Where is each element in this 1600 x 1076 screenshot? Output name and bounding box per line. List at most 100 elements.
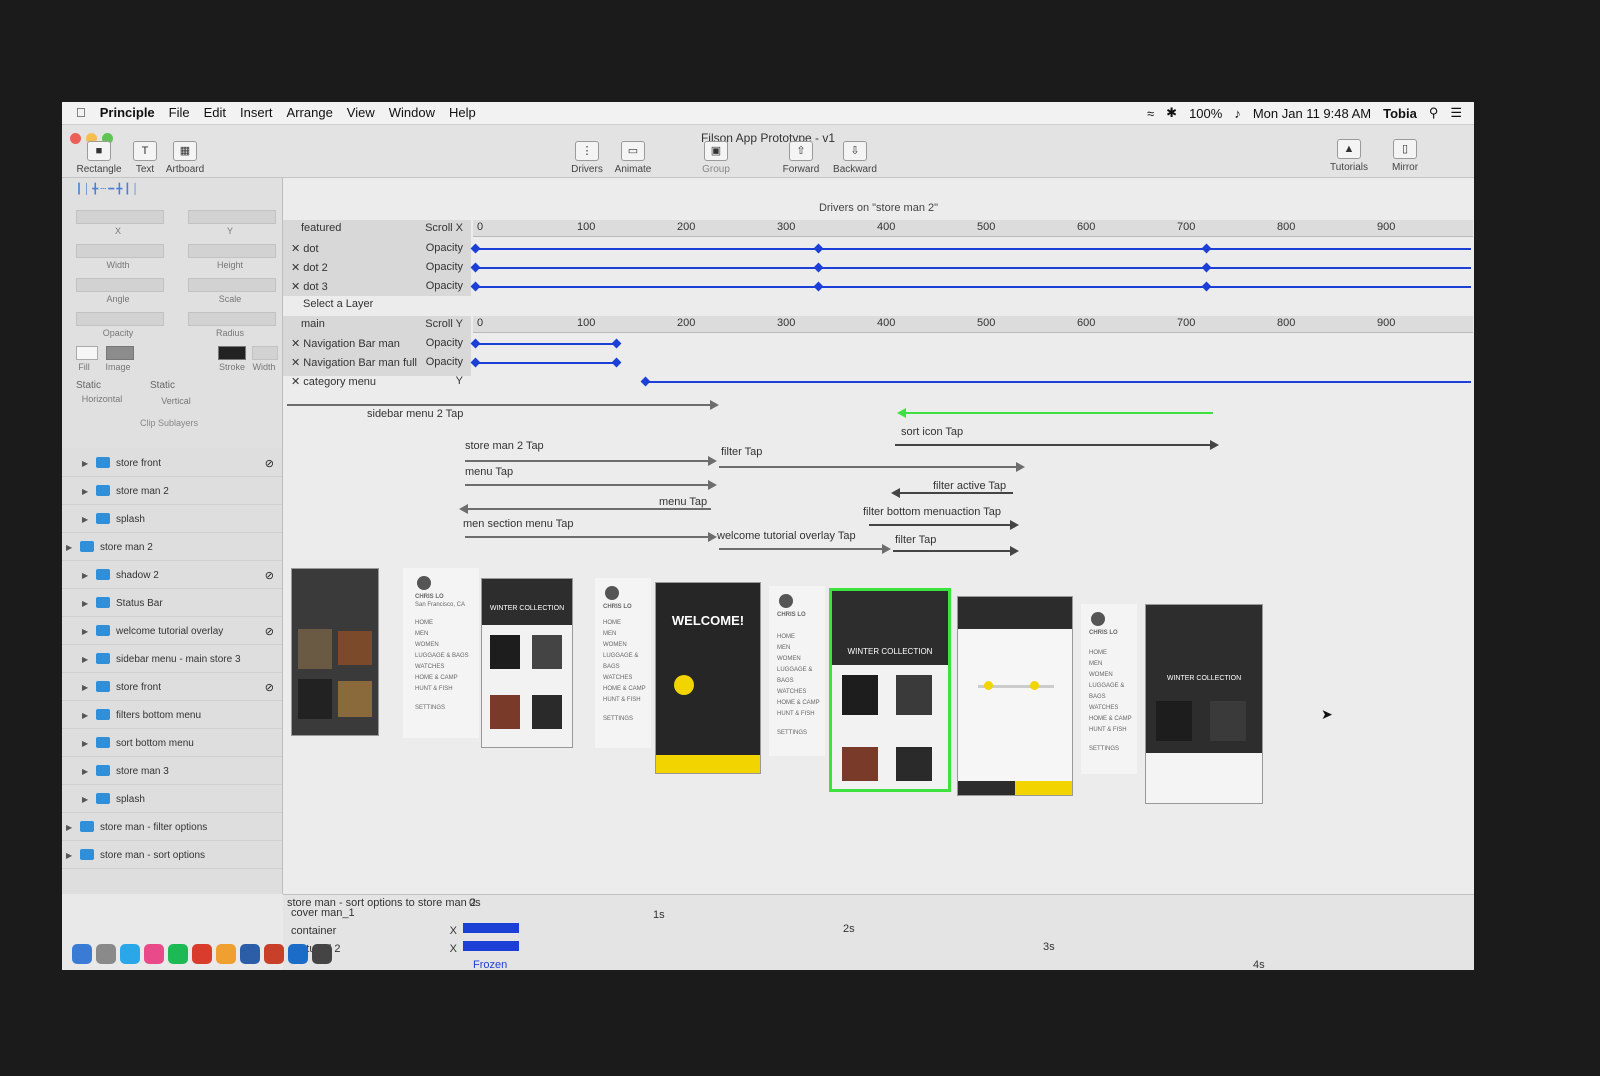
connection-arrow[interactable] xyxy=(891,488,1013,498)
artboard-welcome-overlay[interactable]: WELCOME! xyxy=(655,582,761,774)
layer-row[interactable]: ▶ sidebar menu - main store 3 xyxy=(62,648,282,673)
artboard-tool-button[interactable]: ▦ Artboard xyxy=(154,141,216,175)
layer-row[interactable]: ▶ welcome tutorial overlay ⊘ xyxy=(62,620,282,645)
disclosure-triangle-icon[interactable]: ▶ xyxy=(66,543,72,552)
photoshop-icon[interactable] xyxy=(240,944,260,964)
spotify-icon[interactable] xyxy=(168,944,188,964)
disclosure-triangle-icon[interactable]: ▶ xyxy=(66,823,72,832)
dot-2-track[interactable] xyxy=(475,267,1471,269)
layer-row[interactable]: ▶ store man 2 xyxy=(62,480,282,505)
artboard-store-man[interactable]: WINTER COLLECTION xyxy=(481,578,573,748)
spotlight-search-icon[interactable]: ⚲ xyxy=(1429,105,1439,121)
group-button[interactable]: ▣ Group xyxy=(685,141,747,175)
stroke-width-field[interactable] xyxy=(252,346,278,360)
finder-icon[interactable] xyxy=(72,944,92,964)
disclosure-triangle-icon[interactable]: ▶ xyxy=(82,655,88,664)
artboard-store-man-2-selected[interactable]: WINTER COLLECTION xyxy=(829,588,951,792)
dot-3-track[interactable] xyxy=(475,286,1471,288)
apply-filters-button[interactable] xyxy=(1015,781,1072,795)
connection-label[interactable]: filter active Tap xyxy=(933,480,1006,492)
connection-arrow[interactable] xyxy=(893,546,1019,556)
connection-arrow[interactable] xyxy=(895,440,1219,450)
navigation-bar-man-full-track[interactable] xyxy=(475,362,615,364)
terminal-icon[interactable] xyxy=(312,944,332,964)
connection-arrow[interactable] xyxy=(719,544,891,554)
disclosure-triangle-icon[interactable]: ▶ xyxy=(66,851,72,860)
artboard-sidebar-menu[interactable]: CHRIS LO San Francisco, CA HOME MEN WOMEN L… xyxy=(403,568,479,738)
stroke-swatch[interactable] xyxy=(218,346,246,360)
disclosure-triangle-icon[interactable]: ▶ xyxy=(82,711,88,720)
hidden-eye-icon[interactable]: ⊘ xyxy=(265,457,274,470)
illustrator-icon[interactable] xyxy=(264,944,284,964)
tutorials-button[interactable]: ▲ Tutorials xyxy=(1318,139,1380,173)
navigation-bar-man-track[interactable] xyxy=(475,343,615,345)
artboard-splash[interactable] xyxy=(291,568,379,736)
wifi-icon[interactable]: ≈ xyxy=(1147,106,1154,121)
menu-help[interactable]: Help xyxy=(449,105,476,120)
backward-button[interactable]: ⇩ Backward xyxy=(824,141,886,175)
launchpad-icon[interactable] xyxy=(96,944,116,964)
connection-arrow[interactable] xyxy=(869,520,1019,530)
layer-row[interactable]: ▶ store man - sort options xyxy=(62,844,282,869)
slider-thumb[interactable] xyxy=(984,681,993,690)
hidden-eye-icon[interactable]: ⊘ xyxy=(265,625,274,638)
connection-arrow[interactable] xyxy=(465,480,717,490)
connection-label[interactable]: men section menu Tap xyxy=(463,518,573,530)
disclosure-triangle-icon[interactable]: ▶ xyxy=(82,795,88,804)
animate-button[interactable]: ▭ Animate xyxy=(602,141,664,175)
connection-label[interactable]: welcome tutorial overlay Tap xyxy=(717,530,856,542)
connection-arrow-selected[interactable] xyxy=(897,408,1213,418)
app-menu[interactable]: Principle xyxy=(100,105,155,120)
bluetooth-icon[interactable]: ✱ xyxy=(1166,105,1177,121)
connection-label[interactable]: store man 2 Tap xyxy=(465,440,544,452)
vertical-select[interactable]: Static xyxy=(150,380,202,391)
artboard-sort-options[interactable]: WINTER COLLECTION xyxy=(1145,604,1263,804)
layer-row[interactable]: ▶ store front ⊘ xyxy=(62,452,282,477)
xcode-icon[interactable] xyxy=(288,944,308,964)
fill-swatch[interactable] xyxy=(76,346,98,360)
slider-thumb[interactable] xyxy=(1030,681,1039,690)
canvas[interactable]: Drivers on "store man 2" featured Scroll… xyxy=(283,178,1474,894)
connection-label[interactable]: menu Tap xyxy=(465,466,513,478)
driver-row-navigation-bar-man-full[interactable]: ✕ Navigation Bar man full Opacity xyxy=(283,354,1474,372)
app-store-icon[interactable] xyxy=(120,944,140,964)
driver-row-navigation-bar-man[interactable]: ✕ Navigation Bar man Opacity xyxy=(283,335,1474,353)
disclosure-triangle-icon[interactable]: ▶ xyxy=(82,627,88,636)
layer-row[interactable]: ▶ filters bottom menu xyxy=(62,704,282,729)
disclosure-triangle-icon[interactable]: ▶ xyxy=(82,515,88,524)
apple-menu-icon[interactable]:  xyxy=(76,105,86,120)
scroll-y-ruler[interactable]: 0 100 200 300 400 500 600 700 800 900 xyxy=(473,316,1473,333)
layer-row[interactable]: ▶ store man - filter options xyxy=(62,816,282,841)
artboard-sidebar-menu-3[interactable]: CHRIS LO HOME MEN WOMEN LUGGAGE & BAGS WATCH… xyxy=(769,586,825,756)
layer-row[interactable]: ▶ store front ⊘ xyxy=(62,676,282,701)
artboard-filter-options[interactable] xyxy=(957,596,1073,796)
connection-label[interactable]: sidebar menu 2 Tap xyxy=(367,408,463,420)
hidden-eye-icon[interactable]: ⊘ xyxy=(265,681,274,694)
layer-row[interactable]: ▶ store man 3 xyxy=(62,760,282,785)
sort-bottom-menu[interactable] xyxy=(1146,753,1262,803)
layer-row[interactable]: ▶ splash xyxy=(62,788,282,813)
dot-track[interactable] xyxy=(475,248,1471,250)
menu-edit[interactable]: Edit xyxy=(204,105,226,120)
volume-icon[interactable]: ♪ xyxy=(1234,106,1241,121)
connection-label[interactable]: sort icon Tap xyxy=(901,426,963,438)
clip-sublayers-checkbox[interactable]: Clip Sublayers xyxy=(140,418,198,428)
layer-row[interactable]: ▶ store man 2 xyxy=(62,536,282,561)
menu-insert[interactable]: Insert xyxy=(240,105,273,120)
notification-center-icon[interactable]: ☰ xyxy=(1450,105,1462,121)
angle-field[interactable] xyxy=(76,278,164,292)
connection-arrow[interactable] xyxy=(465,532,717,542)
chrome-icon[interactable] xyxy=(192,944,212,964)
disclosure-triangle-icon[interactable]: ▶ xyxy=(82,767,88,776)
menu-window[interactable]: Window xyxy=(389,105,435,120)
scale-field[interactable] xyxy=(188,278,276,292)
menu-arrange[interactable]: Arrange xyxy=(287,105,333,120)
disclosure-triangle-icon[interactable]: ▶ xyxy=(82,683,88,692)
clock[interactable]: Mon Jan 11 9:48 AM xyxy=(1253,106,1371,121)
layer-row[interactable]: ▶ splash xyxy=(62,508,282,533)
disclosure-triangle-icon[interactable]: ▶ xyxy=(82,739,88,748)
connection-label[interactable]: filter Tap xyxy=(895,534,936,546)
disclosure-triangle-icon[interactable]: ▶ xyxy=(82,599,88,608)
artboard-sidebar-menu-4[interactable]: CHRIS LO HOME MEN WOMEN LUGGAGE & BAGS WATCH… xyxy=(1081,604,1137,774)
select-layer-row[interactable]: Select a Layer xyxy=(283,296,1474,314)
